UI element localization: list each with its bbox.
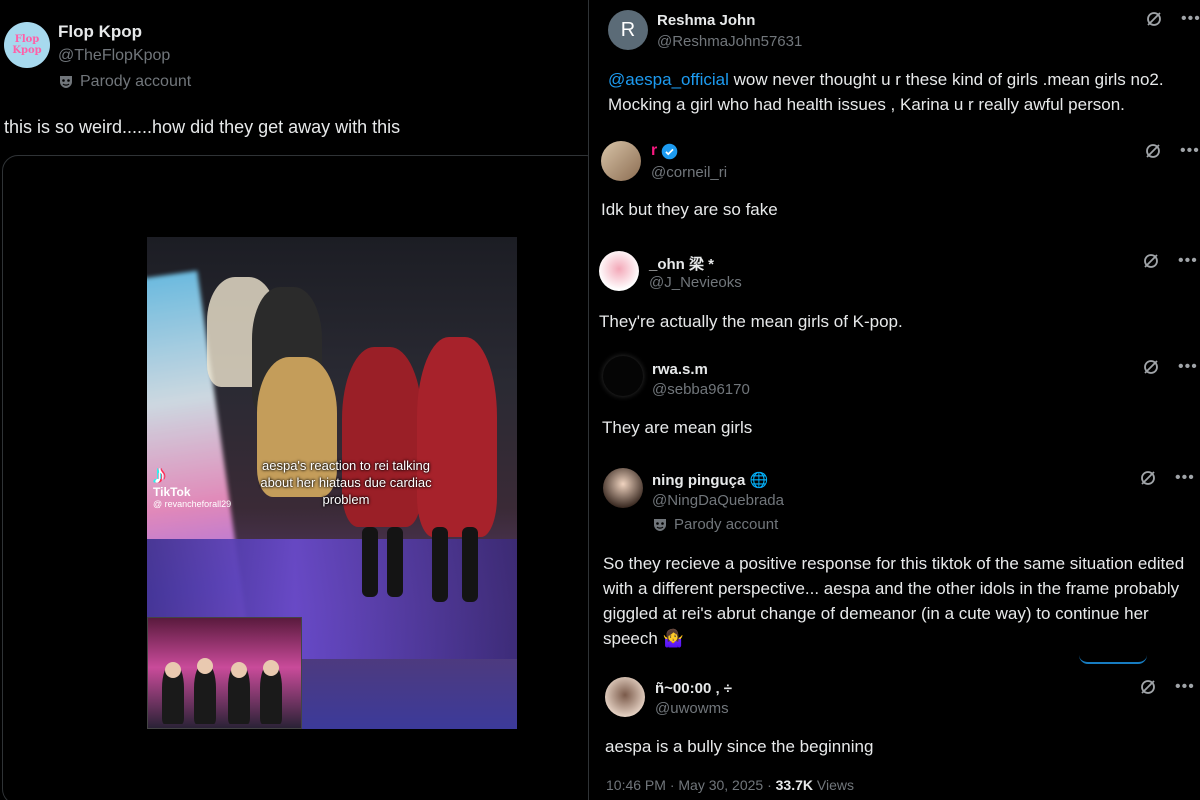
- mention-link[interactable]: @aespa_official: [608, 70, 729, 89]
- display-name-text: ñ~00:00 ‚ ÷: [655, 680, 733, 697]
- parody-badge: Parody account: [58, 73, 191, 91]
- tweet-text: this is so weird......how did they get a…: [4, 117, 401, 137]
- idol-head: [231, 662, 247, 678]
- reply-item[interactable]: ning pinguça 🌐 @NingDaQuebrada Parody ac…: [589, 460, 1200, 660]
- reply-actions: •••: [1145, 10, 1200, 28]
- timestamp[interactable]: 10:46 PM · May 30, 2025 ·: [606, 777, 776, 793]
- reply-actions: •••: [1139, 469, 1195, 487]
- user-handle[interactable]: @NingDaQuebrada: [652, 492, 784, 509]
- avatar[interactable]: Flop Kpop: [4, 22, 50, 68]
- avatar[interactable]: [603, 356, 643, 396]
- display-name-text: Reshma John: [657, 12, 756, 29]
- more-icon[interactable]: •••: [1178, 359, 1198, 375]
- user-handle[interactable]: @sebba96170: [652, 381, 750, 398]
- display-name[interactable]: ñ~00:00 ‚ ÷: [655, 680, 732, 697]
- figure-legs: [387, 527, 403, 597]
- idol-head: [263, 660, 279, 676]
- replies-panel: R Reshma John @ReshmaJohn57631 ••• @aesp…: [588, 0, 1200, 800]
- display-name[interactable]: Flop Kpop: [58, 22, 142, 42]
- reply-item[interactable]: r @corneil_ri ••• Idk but they are so fa…: [589, 135, 1200, 245]
- grok-icon[interactable]: [1144, 142, 1162, 160]
- tiktok-watermark: TikTok: [153, 485, 191, 499]
- display-name[interactable]: rwa.s.m: [652, 361, 708, 378]
- display-name[interactable]: _ohn 梁 *: [649, 253, 714, 274]
- parody-label: Parody account: [80, 73, 192, 90]
- more-icon[interactable]: •••: [1181, 11, 1200, 27]
- display-name-text: _ohn 梁 *: [649, 256, 715, 273]
- grok-icon[interactable]: [1139, 469, 1157, 487]
- screenshot-collage: Flop Kpop Flop Kpop @TheFlopKpop Parody …: [0, 0, 1200, 800]
- idol-head: [197, 658, 213, 674]
- reply-actions: •••: [1139, 678, 1195, 696]
- reply-text: So they recieve a positive response for …: [603, 554, 1185, 648]
- grok-icon[interactable]: [1145, 10, 1163, 28]
- figure-legs: [362, 527, 378, 597]
- parody-mask-icon: [654, 518, 666, 531]
- user-handle[interactable]: @ReshmaJohn57631: [657, 33, 802, 50]
- media-container[interactable]: ♪ TikTok @ revancheforall29 aespa's reac…: [2, 155, 602, 800]
- user-handle[interactable]: @J_Nevieoks: [649, 274, 742, 291]
- original-tweet: Flop Kpop Flop Kpop @TheFlopKpop Parody …: [0, 0, 602, 800]
- reply-item[interactable]: R Reshma John @ReshmaJohn57631 ••• @aesp…: [589, 0, 1200, 135]
- avatar[interactable]: [603, 468, 643, 508]
- more-icon[interactable]: •••: [1178, 253, 1198, 269]
- views-label: Views: [813, 777, 854, 793]
- reply-text: Idk but they are so fake: [601, 200, 778, 219]
- grok-icon[interactable]: [1139, 678, 1157, 696]
- reply-actions: •••: [1142, 252, 1198, 270]
- grok-icon[interactable]: [1142, 252, 1160, 270]
- view-count: 33.7K: [775, 777, 813, 793]
- avatar[interactable]: R: [608, 10, 648, 50]
- video-player[interactable]: ♪ TikTok @ revancheforall29 aespa's reac…: [147, 237, 517, 729]
- reply-actions: •••: [1144, 142, 1200, 160]
- reply-text: They're actually the mean girls of K-pop…: [599, 312, 903, 331]
- video-caption: aespa's reaction to rei talking about he…: [260, 458, 432, 507]
- display-name-text: ning pinguça 🌐: [652, 472, 769, 489]
- reply-item[interactable]: _ohn 梁 * @J_Nevieoks ••• They're actuall…: [589, 245, 1200, 350]
- display-name-text: r: [651, 142, 658, 159]
- parody-label: Parody account: [674, 516, 779, 533]
- user-handle[interactable]: @corneil_ri: [651, 164, 727, 181]
- avatar[interactable]: [599, 251, 639, 291]
- display-name[interactable]: r: [651, 142, 678, 160]
- reply-text: @aespa_official wow never thought u r th…: [608, 67, 1193, 117]
- figure-legs: [432, 527, 448, 602]
- verified-badge-icon: [661, 143, 678, 159]
- avatar-text-line1: Flop: [14, 34, 40, 45]
- more-icon[interactable]: •••: [1175, 470, 1195, 486]
- reply-text: aespa is a bully since the beginning: [605, 737, 874, 756]
- tiktok-watermark-user: @ revancheforall29: [153, 499, 232, 509]
- avatar[interactable]: [601, 141, 641, 181]
- display-name[interactable]: ning pinguça 🌐: [652, 471, 768, 489]
- figure-legs: [462, 527, 478, 602]
- avatar-letter: R: [620, 18, 636, 41]
- user-handle[interactable]: @TheFlopKpop: [58, 47, 170, 65]
- display-name[interactable]: Reshma John: [657, 12, 755, 29]
- more-icon[interactable]: •••: [1175, 679, 1195, 695]
- avatar[interactable]: [605, 677, 645, 717]
- reply-actions: •••: [1142, 358, 1198, 376]
- user-handle[interactable]: @uwowms: [655, 700, 729, 717]
- reply-text: They are mean girls: [602, 418, 753, 437]
- video-inset-image: [147, 617, 302, 729]
- display-name-text: rwa.s.m: [652, 361, 708, 378]
- parody-badge: Parody account: [652, 516, 778, 533]
- more-icon[interactable]: •••: [1180, 143, 1200, 159]
- parody-mask-icon: [60, 76, 72, 88]
- reply-item[interactable]: rwa.s.m @sebba96170 ••• They are mean gi…: [589, 350, 1200, 460]
- tweet-meta-footer: 10:46 PM · May 30, 2025 · 33.7K Views: [606, 777, 854, 793]
- idol-head: [165, 662, 181, 678]
- avatar-text-line2: Kpop: [12, 45, 42, 56]
- grok-icon[interactable]: [1142, 358, 1160, 376]
